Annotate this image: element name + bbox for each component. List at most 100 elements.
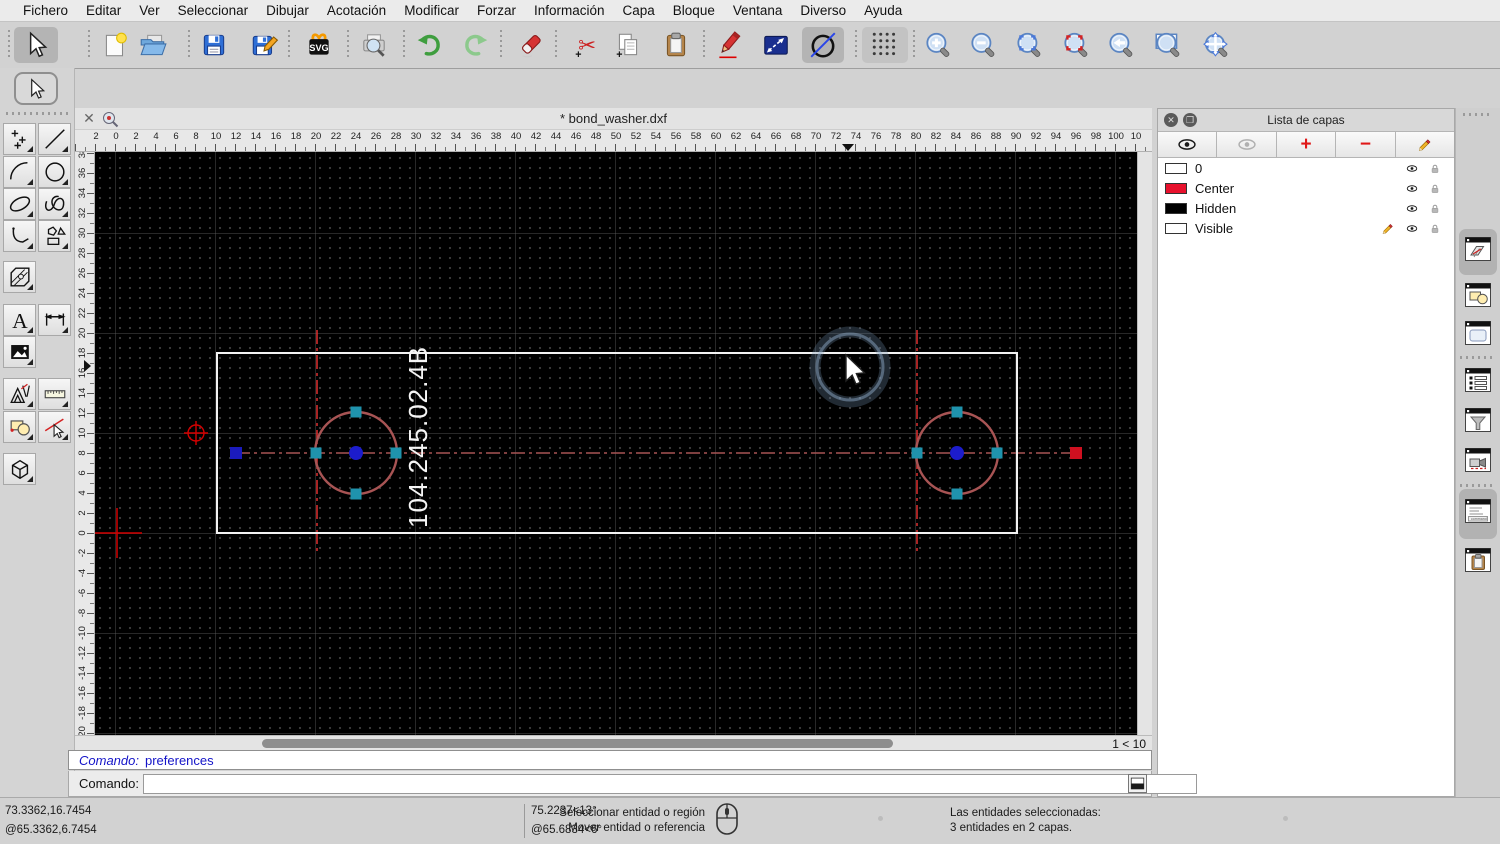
layer-visibility-eye-icon[interactable]: [1406, 202, 1424, 215]
menu-seleccionar[interactable]: Seleccionar: [169, 3, 258, 18]
menu-bloque[interactable]: Bloque: [664, 3, 724, 18]
menu-informacion[interactable]: Información: [525, 3, 614, 18]
remove-layer-button[interactable]: −: [1336, 132, 1396, 157]
menu-ver[interactable]: Ver: [130, 3, 168, 18]
layer-row-0[interactable]: 0: [1158, 158, 1454, 178]
tool-circle[interactable]: [38, 156, 71, 188]
zoom-in-button[interactable]: [920, 27, 956, 63]
dock-entity-list[interactable]: [1463, 365, 1493, 395]
drawing-canvas[interactable]: 104.245.02.4B: [95, 152, 1137, 735]
undo-button[interactable]: [411, 27, 447, 63]
ruler-label: -12: [77, 646, 88, 660]
save-button[interactable]: [196, 27, 232, 63]
layer-lock-icon[interactable]: [1430, 222, 1446, 235]
layer-name: Center: [1195, 180, 1235, 196]
tool-block[interactable]: [3, 411, 36, 443]
hatch-icon: [7, 264, 33, 290]
layer-row-visible[interactable]: Visible: [1158, 218, 1454, 238]
zoom-pan-button[interactable]: [1198, 27, 1234, 63]
layer-lock-icon[interactable]: [1430, 182, 1446, 195]
menu-editar[interactable]: Editar: [77, 3, 130, 18]
save-as-button[interactable]: [246, 27, 282, 63]
tool-hatch[interactable]: [3, 261, 36, 293]
block-icon: [7, 414, 33, 440]
dock-selection-filter[interactable]: [1463, 405, 1493, 435]
tool-polygon[interactable]: [38, 220, 71, 252]
add-layer-button[interactable]: +: [1276, 132, 1337, 157]
tool-image[interactable]: [3, 336, 36, 368]
menu-modificar[interactable]: Modificar: [395, 3, 468, 18]
tool-polyline[interactable]: [3, 220, 36, 252]
save-icon: [199, 30, 229, 60]
menu-acotacion[interactable]: Acotación: [318, 3, 395, 18]
command-input[interactable]: [143, 774, 1197, 794]
tool-line[interactable]: [38, 123, 71, 155]
ruler-label: 96: [1070, 131, 1082, 142]
hide-all-layers-button[interactable]: [1217, 132, 1277, 157]
menu-capa[interactable]: Capa: [614, 3, 664, 18]
properties-button[interactable]: [758, 27, 794, 63]
tool-text[interactable]: A: [3, 304, 36, 336]
palette-drag-handle[interactable]: [6, 112, 68, 115]
new-drawing-button[interactable]: [97, 27, 133, 63]
tool-arc[interactable]: [3, 156, 36, 188]
zoom-window-button[interactable]: [1150, 27, 1186, 63]
palette-select-button[interactable]: [14, 72, 58, 105]
zoom-out-button[interactable]: [965, 27, 1001, 63]
show-all-layers-button[interactable]: [1158, 132, 1218, 157]
menu-dibujar[interactable]: Dibujar: [257, 3, 318, 18]
tool-dimension[interactable]: [38, 304, 71, 336]
open-drawing-button[interactable]: [135, 27, 171, 63]
select-pointer-button[interactable]: [14, 27, 58, 63]
scrollbar-thumb[interactable]: [262, 739, 893, 748]
zoom-auto-button[interactable]: [1011, 27, 1047, 63]
layer-row-center[interactable]: Center: [1158, 178, 1454, 198]
pencil-icon: [1415, 137, 1435, 152]
zoom-selected-icon: [1061, 30, 1091, 60]
dock-clipboard[interactable]: [1463, 545, 1493, 575]
redo-button[interactable]: [458, 27, 494, 63]
edit-layer-button[interactable]: [1395, 132, 1455, 157]
dock-layer-list[interactable]: [1463, 234, 1493, 264]
horizontal-scrollbar[interactable]: 1 < 10: [75, 735, 1152, 751]
menu-ayuda[interactable]: Ayuda: [855, 3, 911, 18]
layer-visibility-eye-icon[interactable]: [1406, 182, 1424, 195]
tool-spline[interactable]: [38, 188, 71, 220]
layer-lock-icon[interactable]: [1430, 202, 1446, 215]
grid-toggle-button[interactable]: [862, 27, 908, 63]
deselect-all-button[interactable]: [802, 27, 844, 63]
print-preview-button[interactable]: [356, 27, 392, 63]
layer-row-hidden[interactable]: Hidden: [1158, 198, 1454, 218]
eraser-icon: [516, 30, 546, 60]
tool-3d-box[interactable]: [3, 453, 36, 485]
dock-block-list[interactable]: [1463, 280, 1493, 310]
dock-command-widget[interactable]: command: [1463, 496, 1493, 526]
tool-select-entity[interactable]: [38, 411, 71, 443]
tool-measure[interactable]: [38, 378, 71, 410]
cut-button[interactable]: ✂ +: [568, 27, 604, 63]
zoom-previous-button[interactable]: [1103, 27, 1139, 63]
menu-ventana[interactable]: Ventana: [724, 3, 792, 18]
svg-export-button[interactable]: SVG: [301, 27, 337, 63]
layer-visibility-eye-icon[interactable]: [1406, 162, 1424, 175]
layer-lock-icon[interactable]: [1430, 162, 1446, 175]
tool-points[interactable]: [3, 123, 36, 155]
menu-diverso[interactable]: Diverso: [791, 3, 855, 18]
dock-named-views[interactable]: [1463, 445, 1493, 475]
paste-button[interactable]: [658, 27, 694, 63]
delete-button[interactable]: [513, 27, 549, 63]
menu-fichero[interactable]: Fichero: [14, 3, 77, 18]
tool-modify[interactable]: [3, 378, 36, 410]
layer-visibility-eye-icon[interactable]: [1406, 222, 1424, 235]
zoom-selected-button[interactable]: [1058, 27, 1094, 63]
dock-drag-handle[interactable]: [1463, 113, 1493, 116]
ruler-label: 12: [230, 131, 242, 142]
ruler-label: 18: [290, 131, 302, 142]
vertical-scrollbar[interactable]: [1137, 152, 1152, 735]
tool-ellipse[interactable]: [3, 188, 36, 220]
command-keyboard-toggle-icon[interactable]: [1128, 774, 1147, 793]
menu-forzar[interactable]: Forzar: [468, 3, 525, 18]
attributes-button[interactable]: [711, 27, 747, 63]
copy-button[interactable]: +: [610, 27, 646, 63]
dock-library-browser[interactable]: [1463, 318, 1493, 348]
